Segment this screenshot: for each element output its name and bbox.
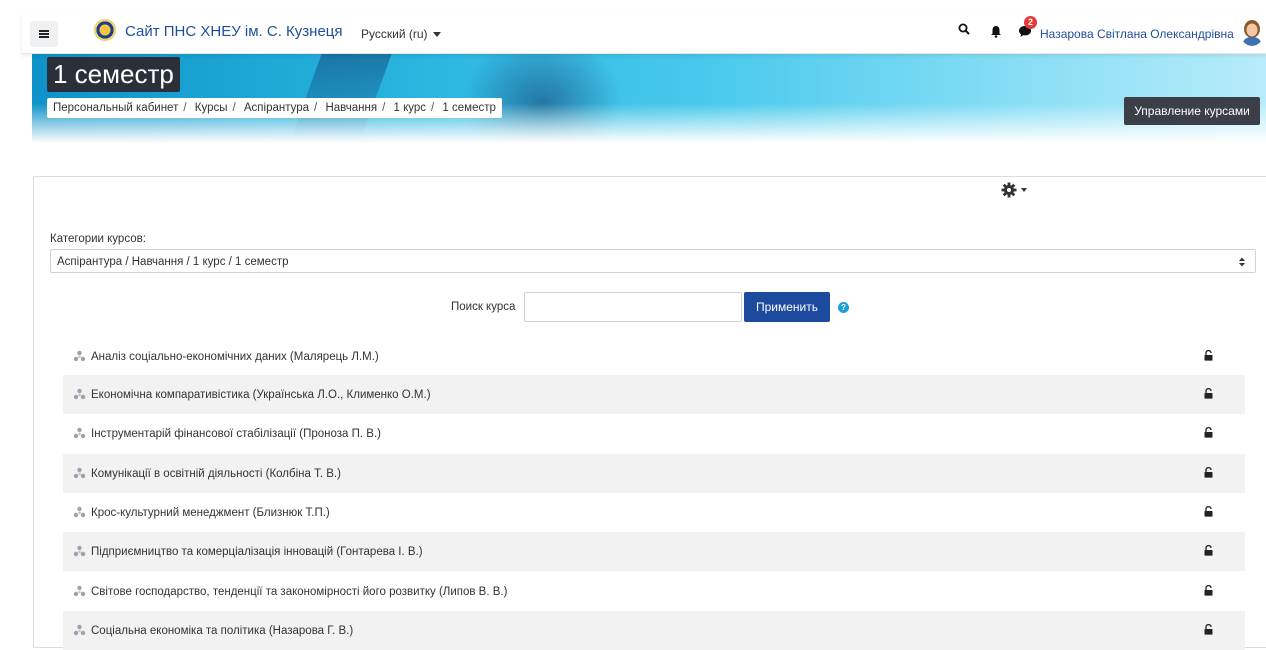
breadcrumb-item[interactable]: Навчання — [325, 102, 377, 114]
breadcrumb-separator: / — [183, 102, 187, 114]
user-menu-name[interactable]: Назарова Світлана Олександрівна — [1040, 27, 1234, 41]
course-link[interactable]: Інструментарій фінансової стабілізації (… — [91, 428, 381, 440]
course-row[interactable]: Комунікації в освітній діяльності (Колбі… — [63, 454, 1245, 493]
breadcrumb: Персональный кабинет / Курсы / Аспірантура… — [47, 98, 502, 118]
site-title[interactable]: Сайт ПНС ХНЕУ ім. С. Кузнеця — [125, 23, 343, 40]
manage-courses-button[interactable]: Управление курсами — [1124, 97, 1260, 125]
course-link[interactable]: Соціальна економіка та політика (Назаров… — [91, 625, 353, 637]
site-logo[interactable] — [94, 19, 116, 41]
avatar[interactable] — [1240, 18, 1264, 46]
course-search-input[interactable] — [524, 292, 742, 322]
unlock-icon — [1204, 624, 1213, 635]
course-link[interactable]: Аналіз соціально-економічних даних (Маля… — [91, 351, 379, 363]
course-link[interactable]: Світове господарство, тенденції та закон… — [91, 586, 507, 598]
course-row[interactable]: Крос-культурний менеджмент (Близнюк Т.П.… — [63, 493, 1245, 532]
course-row[interactable]: Інструментарій фінансової стабілізації (… — [63, 414, 1245, 453]
settings-menu-button[interactable] — [1001, 181, 1031, 199]
breadcrumb-separator: / — [382, 102, 386, 114]
unlock-icon — [1204, 506, 1213, 517]
course-row[interactable]: Підприємництво та комерціалізація іннова… — [63, 532, 1245, 571]
unlock-icon — [1204, 467, 1213, 478]
course-icon — [73, 388, 86, 400]
course-row[interactable]: Аналіз соціально-економічних даних (Маля… — [63, 337, 1245, 376]
course-link[interactable]: Комунікації в освітній діяльності (Колбі… — [91, 468, 341, 480]
course-icon — [73, 545, 86, 557]
chevron-down-icon — [1021, 188, 1027, 192]
search-icon[interactable] — [958, 23, 970, 35]
course-row[interactable]: Світове господарство, тенденції та закон… — [63, 572, 1245, 611]
course-row[interactable]: Соціальна економіка та політика (Назаров… — [63, 611, 1245, 650]
breadcrumb-item[interactable]: Курсы — [195, 102, 228, 114]
select-arrows-icon — [1239, 257, 1245, 267]
language-selector[interactable]: Русский (ru) — [361, 27, 441, 41]
top-navbar: Сайт ПНС ХНЕУ ім. С. Кузнеця Русский (ru… — [22, 13, 1266, 54]
help-icon[interactable]: ? — [838, 302, 849, 313]
notification-badge: 2 — [1024, 16, 1037, 29]
apply-search-button[interactable]: Применить — [744, 292, 830, 322]
language-label: Русский (ru) — [361, 27, 428, 41]
menu-toggle-button[interactable] — [30, 21, 58, 47]
course-link[interactable]: Підприємництво та комерціалізація іннова… — [91, 546, 423, 558]
unlock-icon — [1204, 427, 1213, 438]
course-icon — [73, 624, 86, 636]
course-link[interactable]: Економічна компаративістика (Українська … — [91, 389, 431, 401]
chevron-down-icon — [432, 32, 441, 38]
course-link[interactable]: Крос-культурний менеджмент (Близнюк Т.П.… — [91, 507, 330, 519]
breadcrumb-item[interactable]: 1 курс — [393, 102, 426, 114]
category-select-value: Аспірантура / Навчання / 1 курс / 1 семе… — [57, 256, 289, 268]
unlock-icon — [1204, 388, 1213, 399]
gear-icon — [1001, 182, 1017, 198]
category-label: Категории курсов: — [50, 233, 146, 245]
course-icon — [73, 506, 86, 518]
category-select[interactable]: Аспірантура / Навчання / 1 курс / 1 семе… — [50, 249, 1256, 273]
course-icon — [73, 585, 86, 597]
page-title: 1 семестр — [47, 57, 180, 92]
unlock-icon — [1204, 545, 1213, 556]
breadcrumb-separator: / — [431, 102, 435, 114]
bell-icon[interactable] — [990, 25, 1002, 38]
breadcrumb-item[interactable]: Аспірантура — [244, 102, 309, 114]
menu-icon — [39, 33, 49, 35]
course-search-label: Поиск курса — [451, 301, 516, 313]
breadcrumb-separator: / — [232, 102, 236, 114]
course-row[interactable]: Економічна компаративістика (Українська … — [63, 375, 1245, 414]
course-icon — [73, 427, 86, 439]
course-icon — [73, 467, 86, 479]
unlock-icon — [1204, 350, 1213, 361]
breadcrumb-separator: / — [314, 102, 318, 114]
unlock-icon — [1204, 585, 1213, 596]
breadcrumb-item[interactable]: Персональный кабинет — [53, 102, 178, 114]
breadcrumb-item-current: 1 семестр — [442, 102, 496, 114]
course-icon — [73, 350, 86, 362]
